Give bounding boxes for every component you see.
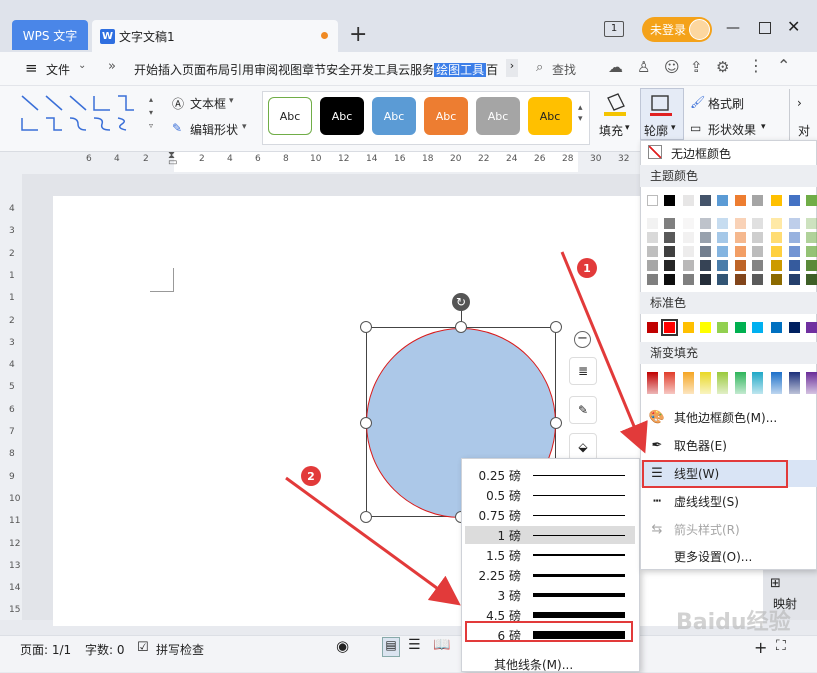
step-badge-2: 2 [301, 466, 321, 486]
arrow-2 [285, 476, 461, 606]
annotation-arrows [285, 251, 648, 606]
arrow-1 [560, 251, 648, 454]
step-badge-1: 1 [577, 258, 597, 278]
